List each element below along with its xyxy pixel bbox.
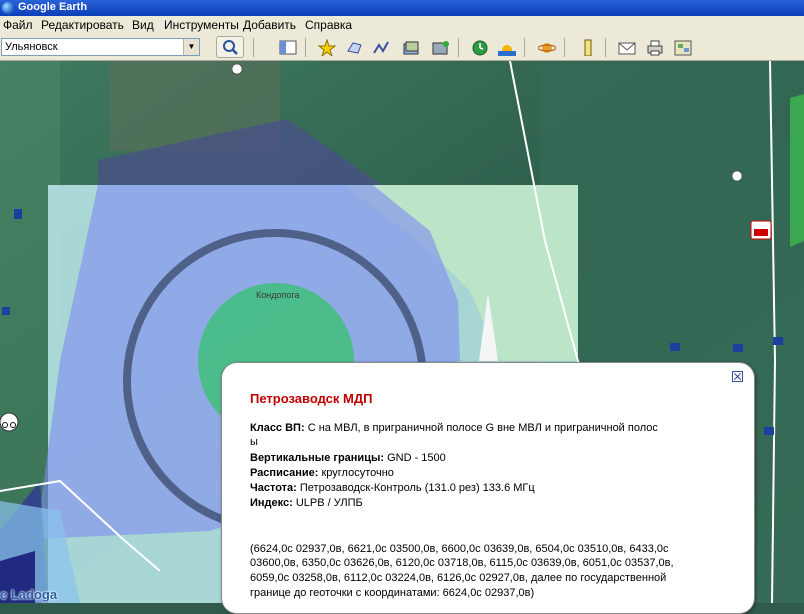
- class-label: Класс ВП:: [250, 422, 305, 434]
- class-wrap: ы: [250, 436, 258, 448]
- info-placemark-icon[interactable]: [231, 63, 243, 75]
- close-icon[interactable]: [732, 371, 743, 382]
- airfield-marker-icon[interactable]: [733, 344, 743, 352]
- menu-bar: Файл Редактировать Вид Инструменты Добав…: [0, 16, 804, 36]
- print-icon[interactable]: [646, 39, 664, 56]
- email-icon[interactable]: [618, 39, 636, 56]
- info-placemark-icon[interactable]: [731, 170, 743, 182]
- image-overlay-icon[interactable]: [402, 39, 420, 56]
- ruler-icon[interactable]: [579, 39, 597, 56]
- schedule-label: Расписание:: [250, 467, 319, 479]
- view-in-maps-icon[interactable]: [674, 39, 692, 56]
- vertical-limits-line: Вертикальные границы: GND - 1500: [250, 452, 446, 464]
- menu-edit[interactable]: Редактировать: [41, 18, 124, 32]
- airfield-marker-icon[interactable]: [670, 343, 680, 351]
- toolbar-separator: [458, 38, 459, 57]
- sidebar-toggle-icon[interactable]: [279, 39, 297, 56]
- menu-file[interactable]: Файл: [3, 18, 33, 32]
- airfield-marker-icon[interactable]: [14, 209, 22, 219]
- menu-tools[interactable]: Инструменты: [164, 18, 239, 32]
- sunlight-icon[interactable]: [498, 39, 516, 56]
- toolbar-separator: [253, 38, 254, 57]
- airspace-class-line: Класс ВП: С на МВЛ, в приграничной полос…: [250, 422, 658, 434]
- path-icon[interactable]: [372, 39, 390, 56]
- toolbar: Ульяновск ▼: [0, 35, 804, 61]
- toolbar-separator: [564, 38, 565, 57]
- coordinates-line: границе до геоточки с координатами: 6624…: [250, 587, 535, 599]
- coordinates-line: (6624,0с 02937,0в, 6621,0с 03500,0в, 660…: [250, 543, 669, 555]
- index-label: Индекс:: [250, 497, 293, 509]
- coordinates-line: 6059,0с 03258,0в, 6112,0с 03224,0в, 6126…: [250, 572, 667, 584]
- frequency-line: Частота: Петрозаводск-Контроль (131.0 ре…: [250, 482, 535, 494]
- search-button[interactable]: [216, 36, 244, 58]
- frequency-value: Петрозаводск-Контроль (131.0 рез) 133.6 …: [299, 482, 535, 494]
- tour-record-icon[interactable]: [432, 39, 450, 56]
- index-value: ULPB / УЛПБ: [295, 497, 363, 509]
- airfield-marker-icon[interactable]: [2, 307, 10, 315]
- index-line: Индекс: ULPB / УЛПБ: [250, 497, 363, 509]
- google-earth-icon: [2, 2, 14, 14]
- menu-add[interactable]: Добавить: [243, 18, 296, 32]
- schedule-value: круглосуточно: [321, 467, 394, 479]
- bicycle-marker-icon[interactable]: [0, 412, 19, 432]
- polygon-icon[interactable]: [345, 39, 363, 56]
- menu-view[interactable]: Вид: [132, 18, 154, 32]
- window-title-bar: Google Earth: [0, 0, 804, 16]
- historical-imagery-icon[interactable]: [471, 39, 489, 56]
- balloon-title: Петрозаводск МДП: [250, 391, 373, 406]
- class-value: С на МВЛ, в приграничной полосе G вне МВ…: [307, 422, 658, 434]
- lake-label: e Ladoga: [0, 587, 58, 602]
- place-label: Кондопога: [256, 290, 299, 300]
- frequency-label: Частота:: [250, 482, 297, 494]
- search-input[interactable]: Ульяновск ▼: [1, 38, 200, 56]
- toolbar-separator: [305, 38, 306, 57]
- schedule-line: Расписание: круглосуточно: [250, 467, 394, 479]
- vertical-label: Вертикальные границы:: [250, 452, 385, 464]
- airfield-marker-icon[interactable]: [764, 427, 774, 435]
- window-title: Google Earth: [18, 1, 88, 13]
- search-value: Ульяновск: [5, 41, 58, 53]
- coordinates-line: 03600,0в, 6350,0с 03626,0в, 6120,0с 0371…: [250, 557, 674, 569]
- placemark-icon[interactable]: [318, 39, 336, 56]
- menu-help[interactable]: Справка: [305, 18, 352, 32]
- search-icon: [223, 40, 238, 55]
- toolbar-separator: [524, 38, 525, 57]
- planets-icon[interactable]: [538, 39, 556, 56]
- vertical-value: GND - 1500: [387, 452, 446, 464]
- airfield-marker-icon[interactable]: [773, 337, 783, 345]
- toolbar-separator: [605, 38, 606, 57]
- chevron-down-icon[interactable]: ▼: [183, 39, 199, 55]
